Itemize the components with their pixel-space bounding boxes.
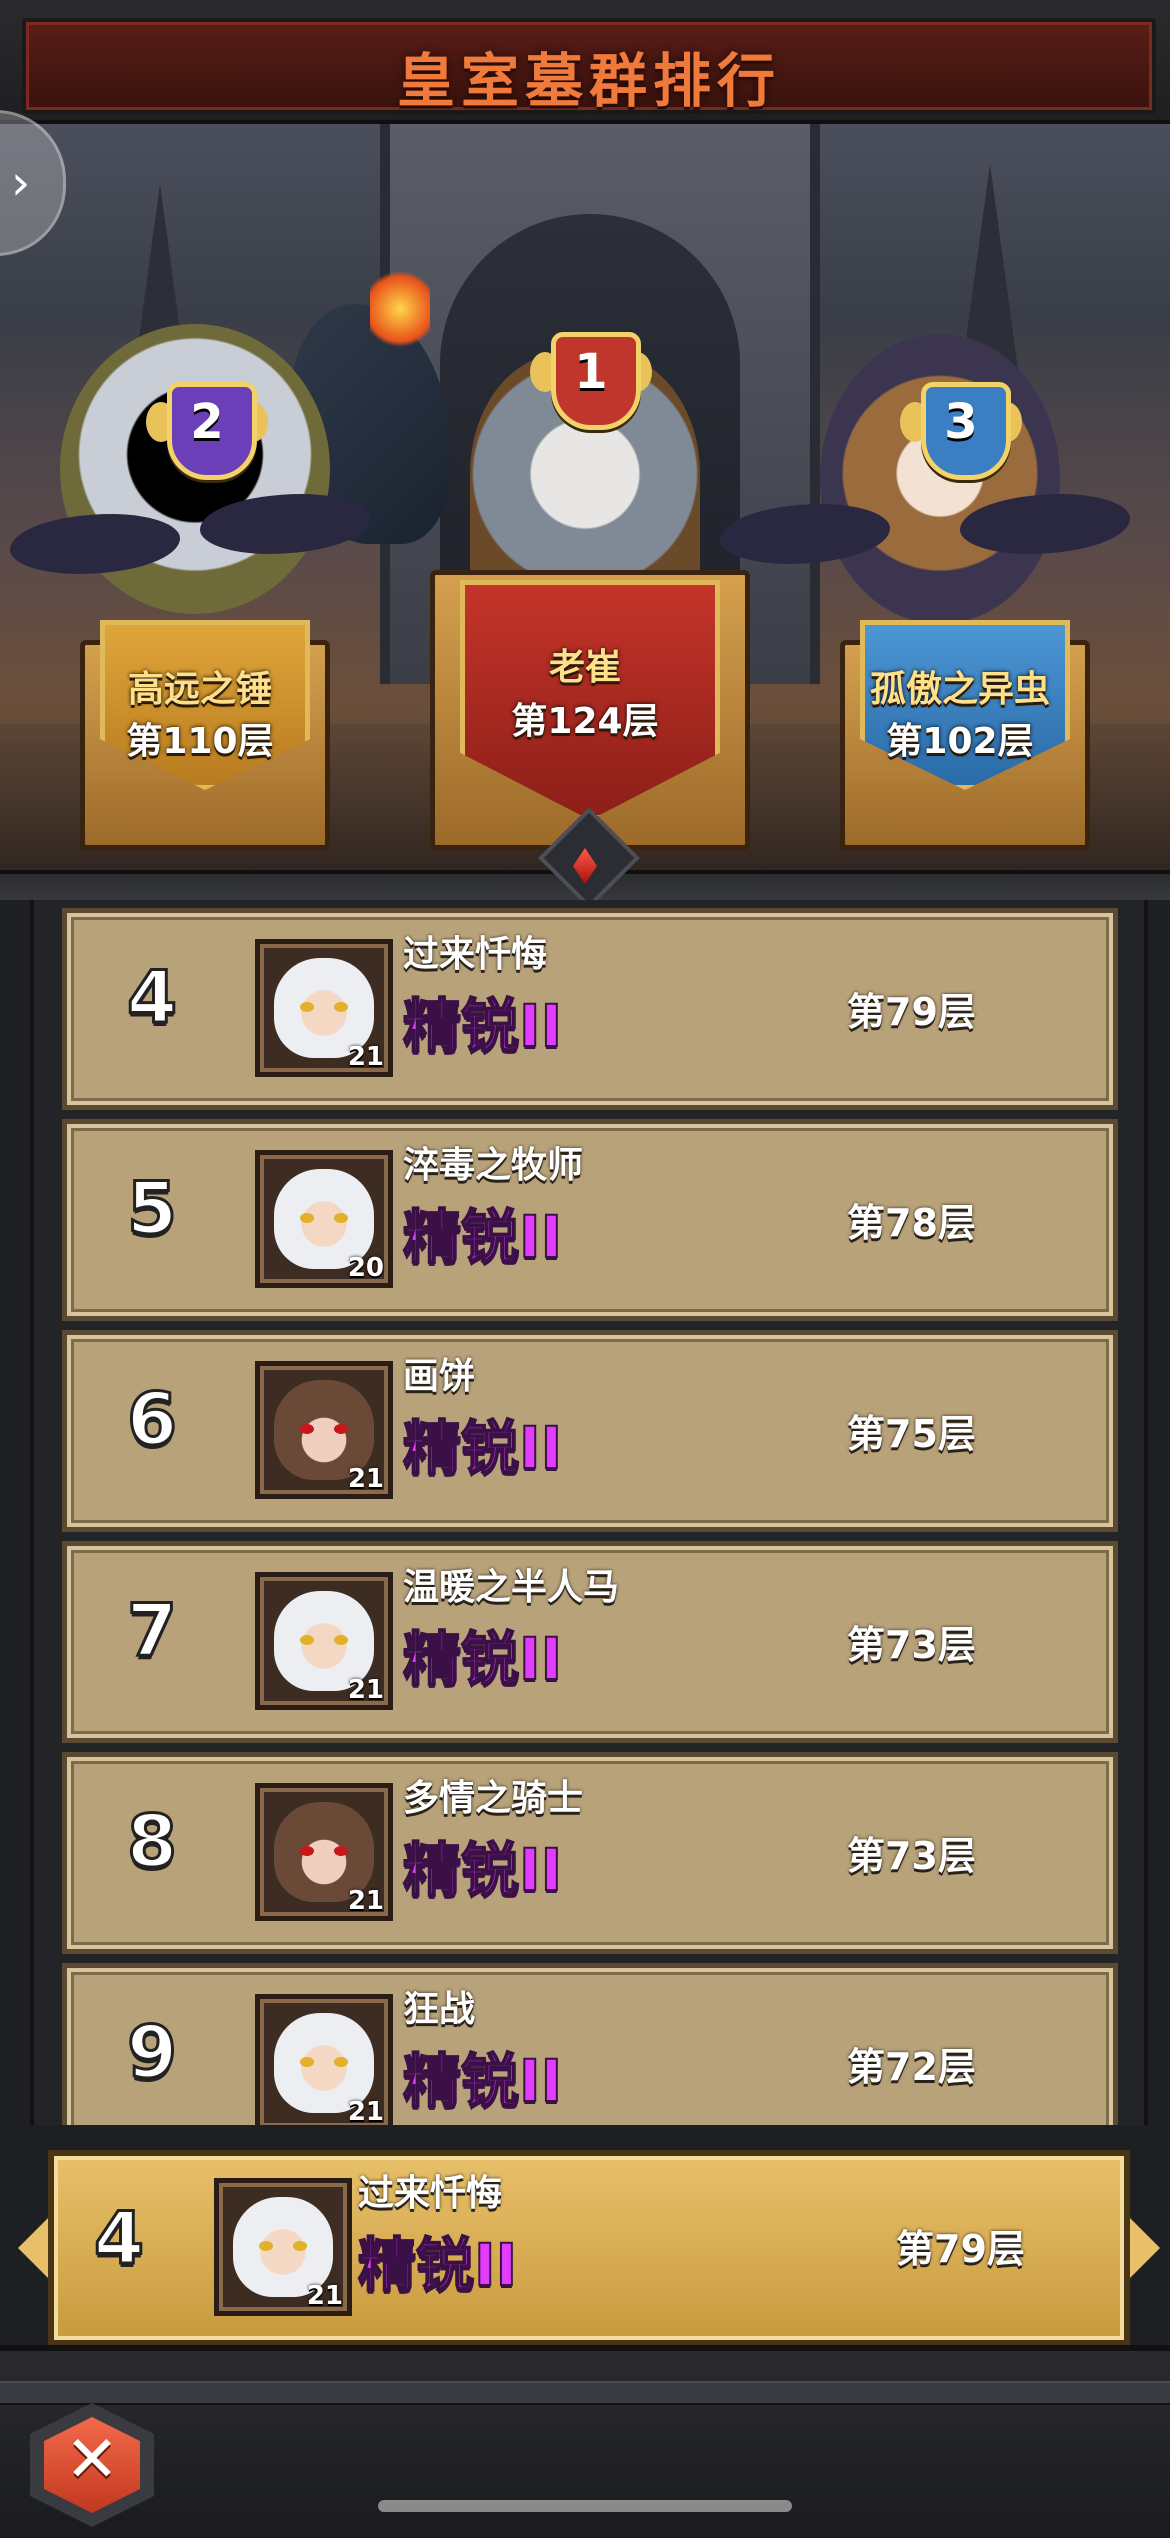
avatar-eye [334,1846,348,1856]
ranking-row[interactable]: 5 20 淬毒之牧师 精锐II 第78层 [62,1119,1118,1321]
avatar: 21 [255,1572,393,1710]
podium-player-name: 孤傲之异虫 [869,669,1050,710]
player-name: 画饼 [403,1356,476,1397]
avatar: 21 [255,939,393,1077]
row-rank: 5 [126,1165,179,1252]
player-floor: 第79层 [847,990,976,1034]
player-floor: 第72层 [847,2045,976,2089]
podium-player-floor: 第124层 [511,701,659,742]
ranking-row[interactable]: 6 21 画饼 精锐II 第75层 [62,1330,1118,1532]
my-player-tier: 精锐II [357,2230,518,2300]
row-rank: 4 [126,954,179,1041]
avatar-eye [300,2057,314,2067]
ranking-row[interactable]: 9 21 狂战 精锐II 第72层 [62,1963,1118,2125]
my-avatar: 21 [214,2178,352,2316]
avatar-level: 21 [306,2281,343,2311]
player-tier: 精锐II [402,1835,563,1905]
close-x-icon: ✕ [65,2423,119,2497]
avatar-eye [293,2241,307,2251]
player-floor: 第73层 [847,1834,976,1878]
ruby-gem-icon [538,807,640,909]
podium-player-name: 老崔 [548,647,621,688]
player-name: 淬毒之牧师 [403,1145,584,1186]
player-floor: 第78层 [847,1201,976,1245]
my-rank: 4 [93,2195,146,2282]
arrow-right-icon [1130,2218,1160,2278]
arrow-left-icon [18,2218,48,2278]
badge-number: 3 [944,394,978,450]
row-rank: 7 [126,1587,179,1674]
player-tier: 精锐II [402,1202,563,1272]
pedestal-rank-2: 高远之锤 第110层 [60,520,340,850]
page-title: 皇室墓群排行 [396,47,781,115]
rank-badge-1: 1 [530,322,652,432]
avatar-eye [334,1635,348,1645]
player-name: 狂战 [403,1989,476,2030]
badge-number: 2 [190,394,224,450]
row-rank: 8 [126,1798,179,1885]
ranking-row[interactable]: 7 21 温暖之半人马 精锐II 第73层 [62,1541,1118,1743]
player-name: 温暖之半人马 [403,1567,620,1608]
rank-badge-3: 3 [900,372,1022,482]
my-ranking-row[interactable]: 4 21 过来忏悔 精锐II 第79层 [18,2150,1160,2346]
avatar-level: 20 [347,1253,384,1283]
title-plate: 皇室墓群排行 [22,18,1156,115]
badge-number: 1 [574,344,608,400]
avatar-eye [334,1213,348,1223]
row-rank: 9 [126,2009,179,2096]
player-tier: 精锐II [402,1624,563,1694]
avatar-level: 21 [347,1886,384,1916]
player-name: 过来忏悔 [403,934,548,975]
avatar-level: 21 [347,1464,384,1494]
rank-badge-2: 2 [146,372,268,482]
player-name: 多情之骑士 [403,1778,584,1819]
avatar: 20 [255,1150,393,1288]
home-indicator[interactable] [378,2500,792,2512]
podium-player-floor: 第102层 [886,721,1034,762]
podium-player-name: 高远之锤 [127,669,272,710]
avatar-eye [300,1213,314,1223]
avatar-level: 21 [347,1675,384,1705]
avatar-eye [300,1846,314,1856]
player-tier: 精锐II [402,2046,563,2116]
pedestal-rank-1: 老崔 第124层 [420,460,750,850]
ranking-row[interactable]: 8 21 多情之骑士 精锐II 第73层 [62,1752,1118,1954]
flame-effect [370,264,430,354]
chevron-right-icon: › [11,155,31,211]
avatar-eye [300,1002,314,1012]
avatar-eye [334,2057,348,2067]
avatar-eye [259,2241,273,2251]
avatar: 21 [255,1361,393,1499]
my-player-floor: 第79层 [896,2227,1025,2271]
player-floor: 第73层 [847,1623,976,1667]
ranking-list[interactable]: 4 21 过来忏悔 精锐II 第79层 5 20 淬毒之牧师 精锐II 第78层… [0,900,1170,2125]
close-button[interactable]: ✕ [30,2403,154,2527]
avatar-eye [334,1002,348,1012]
row-rank: 6 [126,1376,179,1463]
avatar-level: 21 [347,1042,384,1072]
avatar-eye [300,1635,314,1645]
avatar: 21 [255,1783,393,1921]
ranking-row[interactable]: 4 21 过来忏悔 精锐II 第79层 [62,908,1118,1110]
avatar-eye [300,1424,314,1434]
bottom-rail [0,2381,1170,2405]
player-tier: 精锐II [402,1413,563,1483]
player-floor: 第75层 [847,1412,976,1456]
pedestal-rank-3: 孤傲之异虫 第102层 [820,520,1100,850]
header-bar: ! 皇室墓群排行 [0,0,1170,124]
avatar: 21 [255,1994,393,2125]
podium-player-floor: 第110层 [126,721,274,762]
avatar-level: 21 [347,2097,384,2125]
player-tier: 精锐II [402,991,563,1061]
avatar-eye [334,1424,348,1434]
my-player-name: 过来忏悔 [358,2173,503,2214]
